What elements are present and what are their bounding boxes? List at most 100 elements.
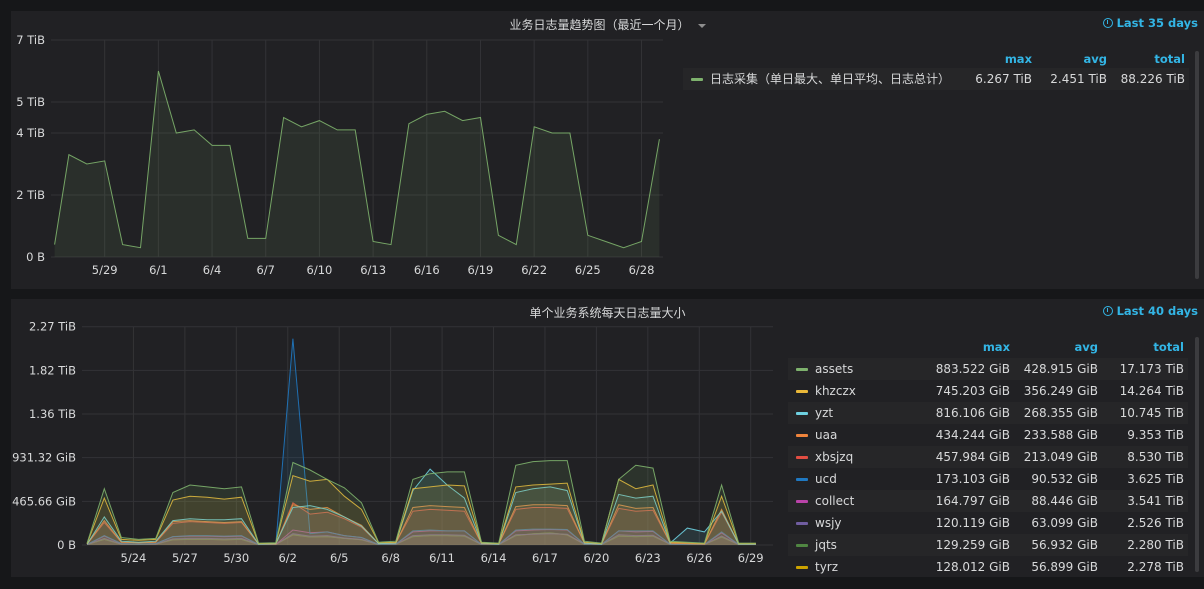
x-tick-label: 6/10 [307, 263, 333, 277]
legend-scrollbar[interactable] [1195, 51, 1199, 279]
x-tick-label: 6/20 [583, 551, 609, 565]
legend-total-value: 3.625 TiB [1127, 472, 1184, 486]
time-range-info: Last 35 days [1102, 16, 1198, 30]
time-range-info: Last 40 days [1102, 304, 1198, 318]
legend-header-avg[interactable]: avg [1084, 52, 1108, 66]
x-tick-label: 6/1 [149, 263, 168, 277]
legend-header-total[interactable]: total [1153, 340, 1184, 354]
legend-avg-value: 268.355 GiB [1023, 406, 1098, 420]
legend-series-name[interactable]: wsjy [815, 512, 842, 534]
y-tick-label: 7 TiB [16, 33, 45, 47]
legend-series-name[interactable]: tyrz [815, 556, 838, 578]
legend-max-value: 434.244 GiB [935, 428, 1010, 442]
legend-item[interactable]: jqts 129.259 GiB 56.932 GiB 2.280 TiB [788, 534, 1188, 556]
x-tick-label: 6/14 [481, 551, 507, 565]
series-color-swatch[interactable] [796, 368, 808, 371]
series-color-swatch[interactable] [796, 412, 808, 415]
legend-scrollbar[interactable] [1195, 337, 1199, 572]
legend-rows: assets 883.522 GiB 428.915 GiB 17.173 TiB kh… [788, 358, 1188, 578]
per-system-legend: max avg total assets 883.522 GiB 428.915 G… [788, 340, 1188, 578]
series-color-swatch[interactable] [796, 566, 808, 569]
trend-panel: 业务日志量趋势图（最近一个月） Last 35 days 0 B2 TiB 4 T… [11, 11, 1204, 289]
legend-series-name[interactable]: jqts [815, 534, 837, 556]
trend-legend: max avg total 日志采集（单日最大、单日平均、日志总计） 6.267 … [683, 52, 1189, 90]
x-tick-label: 6/2 [278, 551, 297, 565]
legend-series-name[interactable]: assets [815, 358, 853, 380]
legend-max-value: 173.103 GiB [935, 472, 1010, 486]
x-tick-label: 6/16 [414, 263, 440, 277]
legend-avg-value: 233.588 GiB [1023, 428, 1098, 442]
legend-item[interactable]: tyrz 128.012 GiB 56.899 GiB 2.278 TiB [788, 556, 1188, 578]
trend-chart[interactable]: 0 B 2 TiB 4 TiB 5 TiB 7 TiB 5/29 6/1 6/4 6/7 6/10… [11, 11, 671, 289]
legend-avg-value: 90.532 GiB [1031, 472, 1098, 486]
legend-total-value: 3.541 TiB [1127, 494, 1184, 508]
legend-total-value: 14.264 TiB [1119, 384, 1184, 398]
legend-header-total[interactable]: total [1154, 52, 1185, 66]
series-color-swatch[interactable] [691, 78, 703, 81]
x-tick-label: 6/8 [381, 551, 400, 565]
legend-total-value: 2.526 TiB [1127, 516, 1184, 530]
series-color-swatch[interactable] [796, 500, 808, 503]
series-color-swatch[interactable] [796, 522, 808, 525]
legend-series-name[interactable]: xbsjzq [815, 446, 853, 468]
series-color-swatch[interactable] [796, 456, 808, 459]
x-tick-label: 6/28 [629, 263, 655, 277]
legend-item[interactable]: ucd 173.103 GiB 90.532 GiB 3.625 TiB [788, 468, 1188, 490]
legend-max-value: 129.259 GiB [935, 538, 1010, 552]
legend-header-max[interactable]: max [1005, 52, 1032, 66]
legend-item[interactable]: xbsjzq 457.984 GiB 213.049 GiB 8.530 TiB [788, 446, 1188, 468]
legend-total-value: 88.226 TiB [1120, 72, 1185, 86]
legend-avg-value: 356.249 GiB [1023, 384, 1098, 398]
series-color-swatch[interactable] [796, 390, 808, 393]
legend-header: max avg total [683, 52, 1189, 66]
legend-series-name[interactable]: collect [815, 490, 854, 512]
legend-avg-value: 56.899 GiB [1031, 560, 1098, 574]
legend-series-name[interactable]: 日志采集（单日最大、单日平均、日志总计） [710, 68, 950, 90]
series-area-日志采集（单日最大、单日平均、日志总计） [54, 71, 660, 257]
legend-max-value: 883.522 GiB [935, 362, 1010, 376]
legend-item[interactable]: 日志采集（单日最大、单日平均、日志总计） 6.267 TiB 2.451 TiB 88… [683, 68, 1189, 90]
legend-avg-value: 56.932 GiB [1031, 538, 1098, 552]
y-tick-label: 931.32 GiB [12, 451, 76, 465]
legend-item[interactable]: uaa 434.244 GiB 233.588 GiB 9.353 TiB [788, 424, 1188, 446]
series-color-swatch[interactable] [796, 478, 808, 481]
legend-series-name[interactable]: yzt [815, 402, 833, 424]
legend-item[interactable]: wsjy 120.119 GiB 63.099 GiB 2.526 TiB [788, 512, 1188, 534]
legend-max-value: 128.012 GiB [935, 560, 1010, 574]
legend-item[interactable]: khzczx 745.203 GiB 356.249 GiB 14.264 TiB [788, 380, 1188, 402]
x-tick-label: 6/17 [532, 551, 558, 565]
legend-max-value: 6.267 TiB [975, 72, 1032, 86]
legend-series-name[interactable]: ucd [815, 468, 837, 490]
legend-series-name[interactable]: uaa [815, 424, 837, 446]
legend-total-value: 10.745 TiB [1119, 406, 1184, 420]
x-tick-label: 6/13 [360, 263, 386, 277]
chevron-down-icon[interactable] [697, 23, 706, 28]
legend-max-value: 457.984 GiB [935, 450, 1010, 464]
series-color-swatch[interactable] [796, 434, 808, 437]
legend-item[interactable]: collect 164.797 GiB 88.446 GiB 3.541 TiB [788, 490, 1188, 512]
y-tick-label: 1.82 TiB [29, 363, 76, 377]
legend-header-avg[interactable]: avg [1075, 340, 1099, 354]
time-range-text: Last 35 days [1116, 16, 1198, 30]
y-tick-label: 1.36 TiB [29, 407, 76, 421]
legend-max-value: 816.106 GiB [935, 406, 1010, 420]
y-tick-label: 0 B [57, 538, 76, 552]
x-tick-label: 6/29 [738, 551, 764, 565]
legend-rows: 日志采集（单日最大、单日平均、日志总计） 6.267 TiB 2.451 TiB 88… [683, 68, 1189, 90]
x-tick-label: 6/26 [686, 551, 712, 565]
x-tick-label: 5/24 [121, 551, 147, 565]
legend-avg-value: 88.446 GiB [1031, 494, 1098, 508]
legend-max-value: 120.119 GiB [935, 516, 1010, 530]
legend-item[interactable]: assets 883.522 GiB 428.915 GiB 17.173 TiB [788, 358, 1188, 380]
x-tick-label: 6/19 [468, 263, 494, 277]
clock-icon [1102, 18, 1113, 28]
legend-avg-value: 2.451 TiB [1050, 72, 1107, 86]
legend-item[interactable]: yzt 816.106 GiB 268.355 GiB 10.745 TiB [788, 402, 1188, 424]
legend-series-name[interactable]: khzczx [815, 380, 856, 402]
legend-header-max[interactable]: max [983, 340, 1010, 354]
x-tick-label: 6/25 [575, 263, 601, 277]
series-color-swatch[interactable] [796, 544, 808, 547]
x-tick-label: 6/23 [635, 551, 661, 565]
y-tick-label: 465.66 GiB [12, 494, 76, 508]
per-system-chart[interactable]: 0 B 465.66 GiB 931.32 GiB 1.36 TiB 1.82 TiB 2… [11, 299, 781, 577]
